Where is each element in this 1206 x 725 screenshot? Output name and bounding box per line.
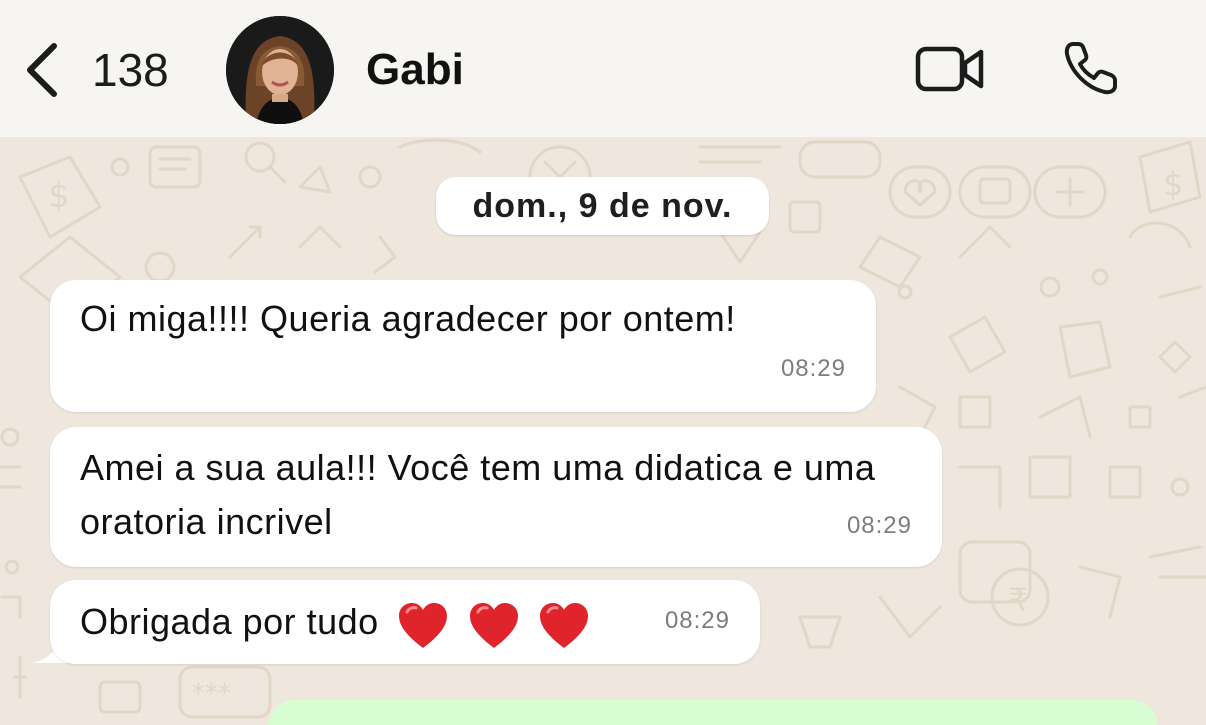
voice-call-button[interactable]	[1063, 40, 1119, 96]
message-bubble[interactable]: Obrigada por tudo 08:29	[50, 580, 760, 664]
svg-text:₹: ₹	[1008, 581, 1028, 619]
video-camera-icon	[915, 46, 984, 92]
message-bubble[interactable]: Amei a sua aula!!! Você tem uma didatica…	[50, 427, 942, 567]
svg-text:$: $	[48, 176, 70, 216]
avatar[interactable]	[226, 16, 334, 124]
svg-text:$: $	[1163, 165, 1183, 203]
chat-header: 138 Gabi	[0, 0, 1206, 137]
message-content: Obrigada por tudo	[80, 595, 598, 652]
outgoing-message-bubble[interactable]	[268, 700, 1158, 725]
message-text: Amei a sua aula!!! Você tem uma didatica…	[80, 447, 876, 542]
back-button[interactable]	[22, 40, 82, 100]
message-text: Obrigada por tudo	[80, 601, 379, 642]
chevron-left-icon	[27, 43, 57, 97]
message-bubble[interactable]: Oi miga!!!! Queria agradecer por ontem! …	[50, 280, 876, 412]
message-time: 08:29	[780, 355, 846, 382]
video-call-button[interactable]	[915, 45, 985, 93]
chat-area[interactable]: $ $ ₹ *** dom., 9 de nov. Oi miga!!!! Qu…	[0, 137, 1206, 725]
unread-count[interactable]: 138	[92, 42, 169, 98]
message-time: 08:29	[664, 607, 730, 634]
message-text: Oi miga!!!! Queria agradecer por ontem!	[80, 298, 736, 339]
red-heart-icon	[540, 602, 589, 648]
message-time: 08:29	[846, 512, 912, 539]
phone-icon	[1064, 42, 1117, 95]
heart-emojis	[397, 597, 598, 651]
date-separator: dom., 9 de nov.	[436, 177, 769, 235]
svg-text:***: ***	[192, 679, 231, 709]
red-heart-icon	[399, 602, 448, 648]
contact-name[interactable]: Gabi	[366, 42, 464, 98]
red-heart-icon	[469, 602, 518, 648]
